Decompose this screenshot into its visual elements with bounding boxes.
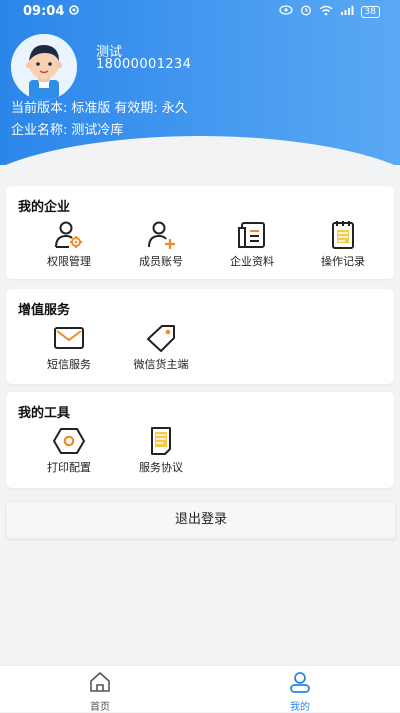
item-label: 微信货主端	[133, 358, 189, 371]
member-account-item[interactable]: 成员账号	[126, 220, 196, 269]
section-title: 我的企业	[18, 200, 71, 215]
card-value-added: 增值服务 短信服务 微信货主端	[6, 289, 394, 384]
service-agreement-item[interactable]: 服务协议	[126, 426, 196, 475]
version-row: 当前版本: 标准版 有效期: 永久	[11, 97, 192, 116]
logout-button[interactable]: 退出登录	[6, 501, 396, 539]
operation-log-item[interactable]: 操作记录	[308, 220, 378, 269]
avatar[interactable]	[11, 34, 77, 100]
phone-number: 18000001234	[96, 57, 192, 72]
status-bar: 09:04 38	[0, 0, 400, 24]
company-info-icon	[238, 222, 265, 248]
eye-icon	[278, 5, 293, 18]
status-time: 09:04	[23, 4, 65, 19]
profile-header: 09:04 38 测试 18000001234 当前版本: 标准版 有效期: 永…	[0, 0, 400, 165]
bottom-tab-bar: 首页 我的	[0, 665, 400, 713]
version-label: 当前版本:	[11, 101, 68, 116]
item-label: 服务协议	[139, 461, 183, 474]
item-label: 短信服务	[47, 358, 91, 371]
avatar-illustration	[11, 34, 77, 100]
validity-label: 有效期:	[114, 101, 158, 116]
add-member-icon	[148, 221, 175, 249]
agreement-icon	[151, 427, 171, 455]
print-config-item[interactable]: 打印配置	[34, 426, 104, 475]
section-title: 增值服务	[18, 303, 71, 318]
tab-mine[interactable]: 我的	[270, 671, 330, 713]
sms-icon	[54, 327, 84, 349]
company-value: 测试冷库	[71, 123, 124, 138]
wechat-owner-item[interactable]: 微信货主端	[126, 323, 196, 372]
company-label: 企业名称:	[11, 123, 68, 138]
battery-indicator: 38	[360, 5, 380, 18]
validity-value: 永久	[161, 101, 188, 116]
user-icon	[290, 672, 310, 693]
header-curve	[0, 136, 400, 165]
sms-service-item[interactable]: 短信服务	[34, 323, 104, 372]
item-label: 企业资料	[230, 255, 274, 268]
permission-icon	[55, 221, 82, 248]
card-my-tools: 我的工具 打印配置 服务协议	[6, 392, 394, 488]
operation-log-icon	[332, 221, 354, 249]
wifi-icon	[319, 5, 333, 19]
item-label: 权限管理	[47, 255, 91, 268]
item-label: 操作记录	[321, 255, 365, 268]
card-my-company: 我的企业 权限管理 成员账号 企业资料 操作记录	[6, 186, 394, 279]
permission-management-item[interactable]: 权限管理	[34, 220, 104, 269]
settings-status-icon	[68, 4, 80, 20]
version-value: 标准版	[71, 101, 111, 116]
company-info-item[interactable]: 企业资料	[217, 220, 287, 269]
tab-home[interactable]: 首页	[70, 671, 130, 713]
signal-icon	[340, 5, 354, 19]
tag-icon	[147, 325, 175, 352]
home-icon	[90, 672, 110, 692]
alarm-icon	[300, 4, 312, 19]
item-label: 打印配置	[47, 461, 91, 474]
company-row: 企业名称: 测试冷库	[11, 119, 127, 138]
print-config-icon	[53, 428, 85, 454]
item-label: 成员账号	[139, 255, 183, 268]
section-title: 我的工具	[18, 406, 71, 421]
